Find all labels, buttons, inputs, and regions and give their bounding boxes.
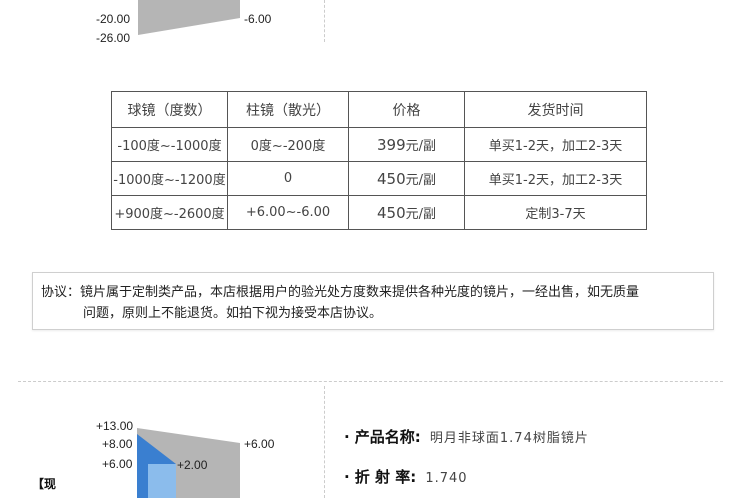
price-value: 450 <box>376 204 406 222</box>
price-unit: 元/副 <box>405 207 437 222</box>
bottom-left-label-2: +8.00 <box>102 437 133 451</box>
top-left-label-2: -26.00 <box>96 31 131 45</box>
header-cylinder: 柱镜（散光） <box>227 91 349 128</box>
header-shipping: 发货时间 <box>464 91 647 128</box>
top-diopter-diagram: -20.00 -26.00 -6.00 <box>0 0 750 60</box>
top-diagram-shape <box>138 0 240 35</box>
cell-price: 399元/副 <box>348 127 465 162</box>
bottom-divider <box>324 386 325 498</box>
price-unit: 元/副 <box>405 173 437 188</box>
price-value: 450 <box>376 170 406 188</box>
bullet: · <box>344 468 350 486</box>
bullet: · <box>344 428 350 446</box>
agreement-box: 协议：镜片属于定制类产品，本店根据用户的验光处方度数来提供各种光度的镜片，一经出… <box>32 272 714 330</box>
agreement-line-1: 协议：镜片属于定制类产品，本店根据用户的验光处方度数来提供各种光度的镜片，一经出… <box>41 285 640 300</box>
cell-cylinder: 0 <box>227 161 349 196</box>
header-price: 价格 <box>348 91 465 128</box>
cell-cylinder: 0度~-200度 <box>227 127 349 162</box>
cell-sphere: -1000度~-1200度 <box>111 161 228 196</box>
top-left-label-1: -20.00 <box>96 12 131 26</box>
cell-sphere: -100度~-1000度 <box>111 127 228 162</box>
product-name-value: 明月非球面1.74树脂镜片 <box>429 431 589 446</box>
refractive-index-row: · 折 射 率: 1.740 <box>344 466 468 487</box>
top-right-label: -6.00 <box>244 12 272 26</box>
table-row: -100度~-1000度 0度~-200度 399元/副 单买1-2天，加工2-… <box>111 127 647 162</box>
top-divider <box>324 0 325 42</box>
refractive-index-value: 1.740 <box>425 471 468 486</box>
price-unit: 元/副 <box>405 139 437 154</box>
bottom-right-label-2: +2.00 <box>177 458 208 472</box>
refractive-index-label: 折 射 率: <box>354 468 417 486</box>
bottom-left-label-3: +6.00 <box>102 457 133 471</box>
cell-price: 450元/副 <box>348 195 465 230</box>
header-sphere: 球镜（度数） <box>111 91 228 128</box>
cell-shipping: 单买1-2天，加工2-3天 <box>464 161 647 196</box>
cell-cylinder: +6.00~-6.00 <box>227 195 349 230</box>
product-name-row: · 产品名称: 明月非球面1.74树脂镜片 <box>344 426 589 447</box>
bottom-right-label-1: +6.00 <box>244 437 275 451</box>
cell-sphere: +900度~-2600度 <box>111 195 228 230</box>
table-header-row: 球镜（度数） 柱镜（散光） 价格 发货时间 <box>111 91 647 128</box>
bottom-diopter-diagram: +13.00 +8.00 +6.00 +6.00 +2.00 【现 <box>0 382 330 498</box>
bottom-left-label-1: +13.00 <box>96 419 134 433</box>
cell-price: 450元/副 <box>348 161 465 196</box>
cell-shipping: 单买1-2天，加工2-3天 <box>464 127 647 162</box>
side-tab-label: 【现 <box>32 477 57 491</box>
agreement-line-2: 问题，原则上不能退货。如拍下视为接受本店协议。 <box>83 306 383 321</box>
price-value: 399 <box>376 136 406 154</box>
product-name-label: 产品名称: <box>354 428 421 446</box>
cell-shipping: 定制3-7天 <box>464 195 647 230</box>
lens-spec-table: 球镜（度数） 柱镜（散光） 价格 发货时间 -100度~-1000度 0度~-2… <box>111 91 647 230</box>
table-row: -1000度~-1200度 0 450元/副 单买1-2天，加工2-3天 <box>111 161 647 196</box>
table-row: +900度~-2600度 +6.00~-6.00 450元/副 定制3-7天 <box>111 195 647 230</box>
